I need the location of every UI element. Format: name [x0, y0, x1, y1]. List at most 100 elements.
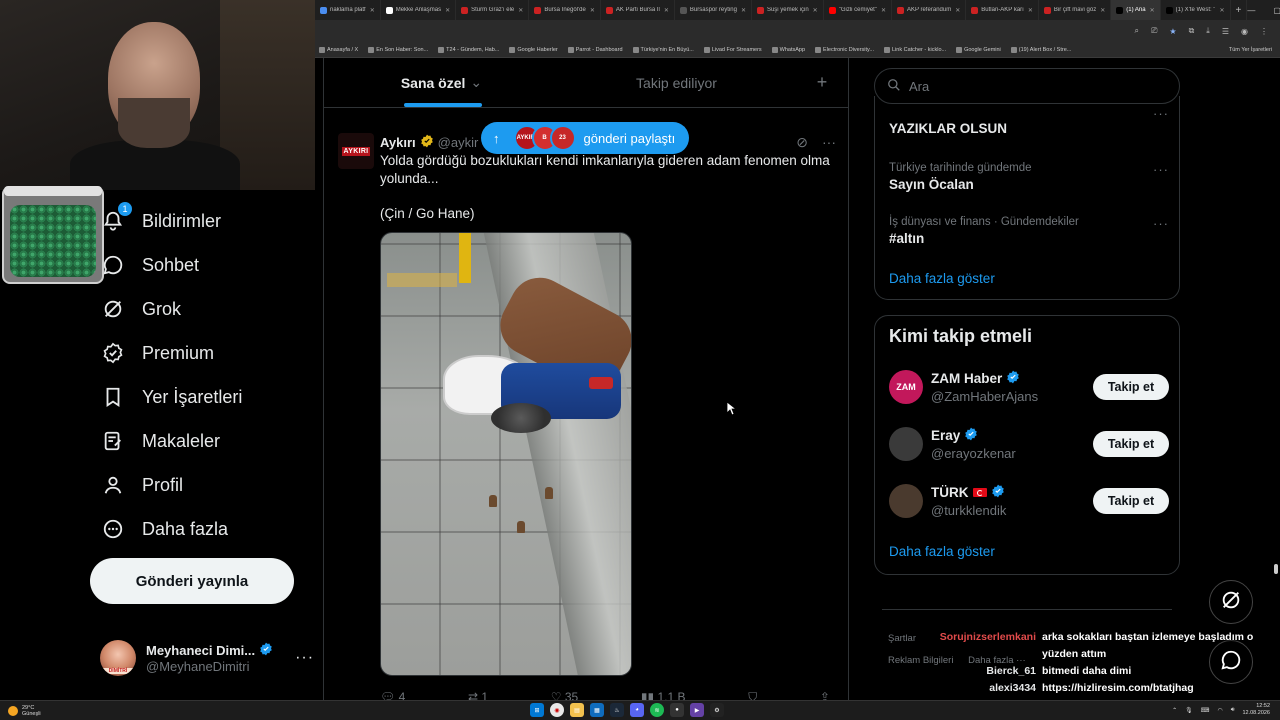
sidebar-item-premium[interactable]: Premium — [90, 333, 310, 373]
browser-menu-icon[interactable]: ⋮ — [1260, 27, 1268, 36]
language-icon[interactable]: ⌨ — [1201, 707, 1210, 714]
trend-item[interactable]: İş dünyası ve finans · Gündemdekiler #alt… — [889, 216, 1169, 246]
new-tab-icon[interactable]: + — [1231, 0, 1248, 20]
sidebar-item-bildirimler[interactable]: 1 Bildirimler — [90, 201, 310, 241]
footer-link-terms[interactable]: Şartlar — [888, 633, 916, 644]
settings-icon[interactable]: ⚙ — [710, 703, 724, 717]
bookmark-item[interactable]: En Son Haber: Son... — [368, 46, 428, 53]
browser-tab[interactable]: naklama platf ✕ — [315, 0, 381, 20]
bookmark-item[interactable]: Electronic Diversity... — [815, 46, 874, 53]
file-explorer-icon[interactable]: ▤ — [570, 703, 584, 717]
close-tab-icon[interactable]: ✕ — [1150, 7, 1155, 14]
new-posts-pill[interactable]: ↑ AYKIRI B 23 gönderi paylaştı — [481, 122, 690, 154]
minimize-icon[interactable]: — — [1247, 6, 1255, 15]
close-tab-icon[interactable]: ✕ — [370, 7, 375, 14]
browser-tab[interactable]: AK Parti Bursa İl ✕ — [601, 0, 675, 20]
add-tab-icon[interactable]: + — [794, 58, 848, 107]
browser-tab[interactable]: (1) X'te West: " ✕ — [1161, 0, 1231, 20]
discord-icon[interactable]: ◕ — [630, 703, 644, 717]
tab-following[interactable]: Takip ediliyor — [559, 58, 794, 107]
tray-chevron-up-icon[interactable]: ⌃ — [1172, 707, 1177, 714]
windows-start-icon[interactable]: ⊞ — [530, 703, 544, 717]
trends-show-more-link[interactable]: Daha fazla göster — [889, 271, 995, 286]
browser-tab[interactable]: Bir çift mavi göz ✕ — [1039, 0, 1112, 20]
who-to-follow-show-more-link[interactable]: Daha fazla göster — [889, 544, 995, 559]
extensions-icon[interactable]: ⧉ — [1189, 26, 1195, 36]
bookmark-item[interactable]: Google Haberler — [509, 46, 558, 53]
scrollbar-thumb[interactable] — [1274, 564, 1278, 574]
more-icon[interactable]: ··· — [295, 649, 314, 667]
follow-button[interactable]: Takip et — [1093, 431, 1169, 457]
search-input[interactable] — [909, 78, 1149, 94]
follow-button[interactable]: Takip et — [1093, 374, 1169, 400]
close-tab-icon[interactable]: ✕ — [1100, 7, 1105, 14]
close-tab-icon[interactable]: ✕ — [445, 7, 450, 14]
obs-icon[interactable]: ● — [670, 703, 684, 717]
bookmark-item[interactable]: Parrot - Dashboard — [567, 46, 623, 53]
follow-suggestion[interactable]: ZAM ZAM Haber @ZamHaberAjans Takip et — [889, 364, 1169, 410]
sidebar-item-daha-fazla[interactable]: Daha fazla — [90, 509, 310, 549]
bookmark-item[interactable]: (19) Alert Box / Stre... — [1010, 46, 1071, 53]
browser-tab[interactable]: "Gizli cemiyet" ✕ — [824, 0, 892, 20]
tweet-media-video[interactable] — [380, 232, 632, 676]
sidebar-item-sohbet[interactable]: Sohbet — [90, 245, 310, 285]
grok-float-button[interactable] — [1209, 580, 1253, 624]
tweet-author[interactable]: Aykırı — [380, 135, 416, 150]
close-tab-icon[interactable]: ✕ — [518, 7, 523, 14]
browser-tab[interactable]: Bursaspor reyting ✕ — [675, 0, 752, 20]
profile-icon[interactable]: ◉ — [1241, 27, 1248, 36]
close-tab-icon[interactable]: ✕ — [813, 7, 818, 14]
trend-item[interactable]: Türkiye tarihinde gündemdeYAZIKLAR OLSUN… — [889, 106, 1169, 136]
trend-item[interactable]: Türkiye tarihinde gündemde Sayın Öcalan ··… — [889, 162, 1169, 192]
bookmark-item[interactable]: Anasayfa / X — [319, 46, 358, 53]
more-icon[interactable]: ··· — [1153, 162, 1169, 177]
bookmark-item[interactable]: WhatsApp — [771, 46, 805, 53]
chrome-icon[interactable]: ◉ — [550, 703, 564, 717]
chevron-down-icon[interactable]: ⌄ — [470, 74, 482, 91]
bookmark-star-icon[interactable]: ★ — [1169, 27, 1176, 36]
maximize-icon[interactable]: ▢ — [1273, 6, 1280, 15]
steam-icon[interactable]: ♨ — [610, 703, 624, 717]
browser-tab[interactable]: Butlan-AKP karı ✕ — [966, 0, 1039, 20]
bookmarks-folder[interactable]: Tüm Yer İşaretleri — [1229, 47, 1280, 53]
sidebar-item-makaleler[interactable]: Makaleler — [90, 421, 310, 461]
spotify-icon[interactable]: ≋ — [650, 703, 664, 717]
tab-for-you[interactable]: Sana özel ⌄ — [324, 58, 559, 107]
follow-suggestion[interactable]: TÜRK @turkklendik Takip et — [889, 478, 1169, 524]
sidebar-item-yer-i-şaretleri[interactable]: Yer İşaretleri — [90, 377, 310, 417]
close-tab-icon[interactable]: ✕ — [955, 7, 960, 14]
tweet-avatar[interactable]: AYKIRI — [338, 133, 374, 169]
download-icon[interactable]: ⤓ — [1206, 26, 1210, 36]
bookmark-item[interactable]: Google Gemini — [956, 46, 1001, 53]
bookmark-item[interactable]: Türkiye'nin En Büyü... — [632, 46, 694, 53]
weather-widget[interactable]: 29°C Güneşli — [0, 705, 41, 717]
browser-tab[interactable]: Mekke Anlaşmas ✕ — [381, 0, 457, 20]
tweet-handle[interactable]: @aykir — [438, 135, 479, 150]
close-tab-icon[interactable]: ✕ — [1219, 7, 1224, 14]
browser-tab[interactable]: Sturm Graz'ı ele ✕ — [456, 0, 530, 20]
sidebar-item-profil[interactable]: Profil — [90, 465, 310, 505]
close-tab-icon[interactable]: ✕ — [1028, 7, 1033, 14]
bookmark-item[interactable]: Link Catcher - kicklo... — [883, 46, 946, 53]
more-icon[interactable]: ··· — [1153, 216, 1169, 231]
close-tab-icon[interactable]: ✕ — [881, 7, 886, 14]
zoom-icon[interactable]: ⌕ — [1135, 26, 1139, 36]
page-scrollbar[interactable] — [1272, 58, 1280, 698]
browser-tab[interactable]: Suşi yemek için ✕ — [752, 0, 824, 20]
reading-list-icon[interactable]: ☰ — [1222, 27, 1229, 36]
cast-icon[interactable]: ⎚ — [1151, 26, 1157, 36]
follow-button[interactable]: Takip et — [1093, 488, 1169, 514]
close-tab-icon[interactable]: ✕ — [664, 7, 669, 14]
more-icon[interactable]: ··· — [822, 134, 836, 151]
store-icon[interactable]: ▦ — [590, 703, 604, 717]
browser-tab[interactable]: (1) Ana ✕ — [1111, 0, 1161, 20]
follow-suggestion[interactable]: Eray @erayozkenar Takip et — [889, 421, 1169, 467]
streaming-app-icon[interactable]: ▶ — [690, 703, 704, 717]
more-icon[interactable]: ··· — [1153, 106, 1169, 121]
taskbar-clock[interactable]: 12:52 12.08.2026 — [1242, 703, 1270, 717]
close-tab-icon[interactable]: ✕ — [741, 7, 746, 14]
bookmark-item[interactable]: Livad For Streamers — [703, 46, 762, 53]
microphone-icon[interactable]: 🎙︎ — [1185, 707, 1193, 714]
search-bar[interactable] — [874, 68, 1180, 104]
volume-icon[interactable]: 🔊︎ — [1231, 707, 1235, 714]
